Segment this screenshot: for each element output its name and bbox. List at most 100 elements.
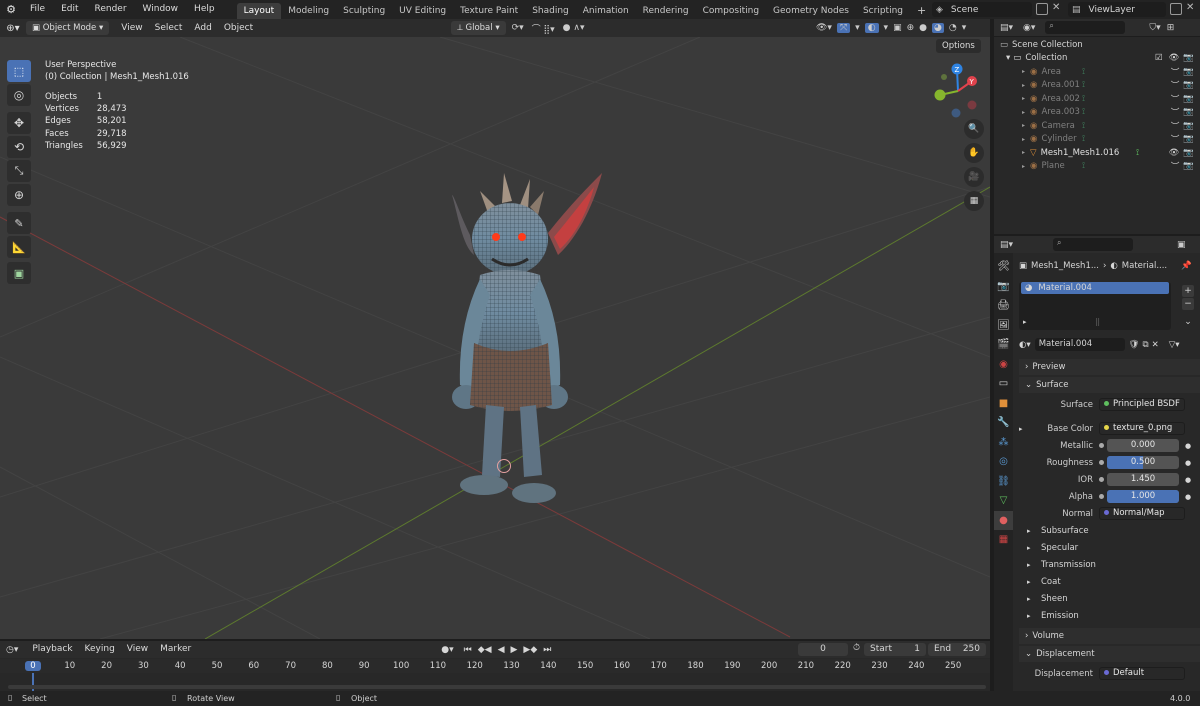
scene-selector[interactable]: ◈ Scene	[932, 2, 1032, 17]
keyframe-dot-icon[interactable]: ●	[1185, 493, 1191, 501]
panel-volume[interactable]: › Volume	[1019, 628, 1200, 644]
editor-type-icon[interactable]: ⊕▾	[0, 23, 26, 34]
collection-tab-icon[interactable]: ▭	[994, 374, 1013, 394]
perspective-toggle-icon[interactable]: ▦	[964, 191, 984, 211]
render-tab-icon[interactable]: 📷	[994, 277, 1013, 297]
modifier-tab-icon[interactable]: 🔧	[994, 413, 1013, 433]
tab-sculpting[interactable]: Sculpting	[336, 3, 392, 19]
duplicate-material-icon[interactable]: ⧉	[1142, 340, 1148, 350]
object-tab-icon[interactable]: ■	[994, 394, 1013, 414]
overlay-dropdown-icon[interactable]: ▾	[884, 23, 889, 33]
outliner-search[interactable]: ⌕	[1045, 21, 1126, 34]
outliner-item[interactable]: ▸ ◉ Camera ⟟ ︶ 📷	[994, 119, 1200, 133]
panel-surface[interactable]: ⌄ Surface	[1019, 377, 1200, 393]
shading-material-icon[interactable]: ◕	[932, 23, 944, 33]
tab-layout[interactable]: Layout	[236, 2, 282, 19]
scene-tab-icon[interactable]: 🎬	[994, 335, 1013, 355]
menu-render[interactable]: Render	[87, 0, 135, 19]
outliner-scene-collection[interactable]: ▭ Scene Collection	[994, 38, 1200, 52]
panel-preview[interactable]: › Preview	[1019, 359, 1200, 375]
outliner-collection[interactable]: ▾ ▭ Collection ☑ 👁 📷	[994, 52, 1200, 66]
metallic-field[interactable]: 0.000	[1107, 439, 1179, 452]
view-layer-tab-icon[interactable]: 🖼	[994, 316, 1013, 336]
expand-arrow-icon[interactable]: ▸	[1022, 136, 1025, 143]
new-collection-icon[interactable]: ⊞	[1167, 23, 1175, 33]
camera-toggle-icon[interactable]: 📷	[1183, 94, 1194, 104]
record-icon[interactable]: ●▾	[441, 645, 453, 655]
shading-rendered-icon[interactable]: ◔	[949, 23, 957, 33]
texture-tab-icon[interactable]: ▦	[994, 530, 1013, 550]
unlink-material-icon[interactable]: ✕	[1152, 340, 1159, 350]
panel-displacement[interactable]: ⌄ Displacement	[1019, 646, 1200, 662]
overlay-toggle-icon[interactable]: ◐	[864, 23, 879, 33]
tab-modeling[interactable]: Modeling	[281, 3, 336, 19]
keyframe-dot-icon[interactable]: ●	[1185, 476, 1191, 484]
ior-field[interactable]: 1.450	[1107, 473, 1179, 486]
pin-icon[interactable]: 📌	[1181, 261, 1192, 271]
properties-search[interactable]: ⌕	[1053, 238, 1134, 251]
outliner-item[interactable]: ▸ ◉ Area.001 ⟟ ︶ 📷	[994, 79, 1200, 93]
camera-toggle-icon[interactable]: 📷	[1183, 134, 1194, 144]
options-button[interactable]: Options	[936, 39, 981, 53]
list-resize-icon[interactable]: ⣿	[1095, 318, 1100, 326]
camera-toggle-icon[interactable]: 📷	[1183, 107, 1194, 117]
filter-icon[interactable]: ⛉▾	[1149, 23, 1160, 33]
tab-add-icon[interactable]: +	[910, 3, 933, 19]
gizmo-dropdown-icon[interactable]: ▾	[855, 23, 860, 33]
subpanel-sheen[interactable]: ▸ Sheen	[1019, 590, 1200, 607]
menu-object[interactable]: Object	[218, 19, 259, 38]
expand-arrow-icon[interactable]: ▸	[1022, 68, 1025, 75]
preview-range-icon[interactable]: ⏱	[853, 643, 860, 653]
timeline-scrollbar[interactable]	[8, 685, 986, 689]
properties-editor-icon[interactable]: ▤▾	[1000, 240, 1013, 250]
pivot-icon[interactable]: ⟳▾	[512, 23, 524, 33]
outliner-item[interactable]: ▸ ◉ Plane ⟟ ︶ 📷	[994, 160, 1200, 174]
measure-tool[interactable]: 📐	[7, 236, 31, 258]
gizmo-toggle-icon[interactable]: ⤧	[836, 23, 851, 33]
outliner-editor-icon[interactable]: ▤▾	[1000, 23, 1013, 33]
menu-timeline-view[interactable]: View	[121, 640, 154, 659]
expand-arrow-icon[interactable]: ▸	[1022, 109, 1025, 116]
expand-arrow-icon[interactable]: ▾	[1006, 53, 1010, 63]
timeline-editor-icon[interactable]: ◷▾	[6, 645, 18, 655]
3d-viewport[interactable]: User Perspective (0) Collection | Mesh1_…	[0, 37, 990, 639]
keyframe-dot-icon[interactable]: ●	[1185, 442, 1191, 450]
tool-tab-icon[interactable]: 🛠	[994, 257, 1013, 277]
snap-icon[interactable]: ⌒ ⣿▾	[532, 22, 555, 35]
fake-user-icon[interactable]: 🛡	[1129, 340, 1140, 350]
xray-icon[interactable]: ▣	[893, 23, 902, 33]
play-icon[interactable]: ▶	[511, 645, 518, 655]
outliner-item[interactable]: ▸ ◉ Area.002 ⟟ ︶ 📷	[994, 92, 1200, 106]
outliner-item[interactable]: ▸ ▽ Mesh1_Mesh1.016 ⟟ 👁 📷	[994, 146, 1200, 160]
outliner-item[interactable]: ▸ ◉ Area.003 ⟟ ︶ 📷	[994, 106, 1200, 120]
current-frame-field[interactable]: 0	[798, 643, 848, 656]
navigation-gizmo[interactable]: Z Y	[928, 61, 988, 121]
tab-rendering[interactable]: Rendering	[636, 3, 696, 19]
zoom-icon[interactable]: 🔍	[964, 119, 984, 139]
menu-add[interactable]: Add	[188, 19, 217, 38]
slot-add-button[interactable]: +	[1182, 285, 1194, 297]
eye-icon[interactable]: ︶	[1171, 106, 1180, 118]
camera-view-icon[interactable]: 🎥	[964, 167, 984, 187]
select-box-tool[interactable]: ⬚	[7, 60, 31, 82]
shading-solid-icon[interactable]: ●	[919, 23, 927, 33]
expand-arrow-icon[interactable]: ▸	[1022, 95, 1025, 102]
jump-start-icon[interactable]: ⏮	[464, 645, 472, 655]
eye-icon[interactable]: 👁	[1169, 53, 1180, 63]
surface-shader-field[interactable]: Principled BSDF	[1099, 398, 1185, 411]
slot-menu-icon[interactable]: ⌄	[1182, 316, 1194, 328]
camera-toggle-icon[interactable]: 📷	[1183, 161, 1194, 171]
blender-logo-icon[interactable]: ⚙	[0, 3, 22, 16]
material-tab-icon[interactable]: ●	[994, 510, 1013, 530]
subpanel-subsurface[interactable]: ▸ Subsurface	[1019, 522, 1200, 539]
menu-edit[interactable]: Edit	[53, 0, 86, 19]
view-layer-close-icon[interactable]: ✕	[1186, 2, 1194, 13]
base-color-field[interactable]: texture_0.png	[1099, 422, 1185, 435]
menu-view[interactable]: View	[115, 19, 148, 38]
eye-icon[interactable]: ︶	[1171, 66, 1180, 78]
eye-icon[interactable]: ︶	[1171, 93, 1180, 105]
subpanel-specular[interactable]: ▸ Specular	[1019, 539, 1200, 556]
eye-icon[interactable]: 👁	[1169, 148, 1180, 158]
menu-help[interactable]: Help	[186, 0, 223, 19]
visibility-icon[interactable]: 👁▾	[816, 23, 832, 33]
